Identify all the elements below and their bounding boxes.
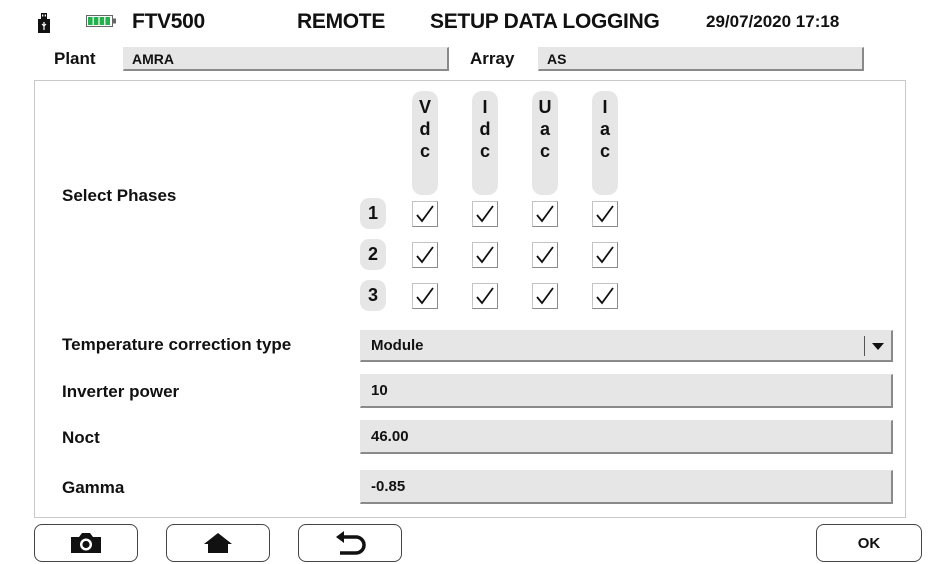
battery-icon xyxy=(86,15,116,27)
dropdown-arrow-icon[interactable] xyxy=(864,330,892,362)
check-icon xyxy=(596,205,614,223)
checkbox-phase1-idc[interactable] xyxy=(472,201,498,227)
status-bar: FTV500 REMOTE SETUP DATA LOGGING 29/07/2… xyxy=(0,0,932,44)
checkbox-phase1-uac[interactable] xyxy=(532,201,558,227)
back-button[interactable] xyxy=(298,524,402,562)
gamma-label: Gamma xyxy=(62,478,125,497)
check-icon xyxy=(416,205,434,223)
home-icon xyxy=(204,533,232,553)
camera-button[interactable] xyxy=(34,524,138,562)
array-label: Array xyxy=(470,49,515,68)
plant-label: Plant xyxy=(54,49,96,68)
column-header-idc[interactable]: Idc xyxy=(472,91,498,195)
checkbox-phase3-uac[interactable] xyxy=(532,283,558,309)
check-icon xyxy=(416,246,434,264)
select-phases-label: Select Phases xyxy=(62,186,177,205)
camera-icon xyxy=(71,533,101,553)
plant-field[interactable]: AMRA xyxy=(123,47,449,71)
checkbox-phase3-idc[interactable] xyxy=(472,283,498,309)
gamma-field[interactable]: -0.85 xyxy=(360,470,893,504)
checkbox-phase1-vdc[interactable] xyxy=(412,201,438,227)
check-icon xyxy=(476,205,494,223)
row-header-3[interactable]: 3 xyxy=(360,280,386,311)
column-header-vdc[interactable]: Vdc xyxy=(412,91,438,195)
back-arrow-icon xyxy=(336,531,366,555)
checkbox-phase2-vdc[interactable] xyxy=(412,242,438,268)
checkbox-phase1-iac[interactable] xyxy=(592,201,618,227)
checkbox-phase3-iac[interactable] xyxy=(592,283,618,309)
temp-correction-select[interactable]: Module xyxy=(360,330,893,362)
inverter-power-field[interactable]: 10 xyxy=(360,374,893,408)
array-field[interactable]: AS xyxy=(538,47,864,71)
check-icon xyxy=(416,287,434,305)
check-icon xyxy=(536,287,554,305)
row-header-2[interactable]: 2 xyxy=(360,239,386,270)
check-icon xyxy=(476,246,494,264)
checkbox-phase2-iac[interactable] xyxy=(592,242,618,268)
check-icon xyxy=(596,246,614,264)
checkbox-phase3-vdc[interactable] xyxy=(412,283,438,309)
noct-field[interactable]: 46.00 xyxy=(360,420,893,454)
device-name: FTV500 xyxy=(132,10,205,33)
usb-icon xyxy=(38,13,50,33)
column-header-uac[interactable]: Uac xyxy=(532,91,558,195)
row-header-1[interactable]: 1 xyxy=(360,198,386,229)
check-icon xyxy=(476,287,494,305)
checkbox-phase2-uac[interactable] xyxy=(532,242,558,268)
home-button[interactable] xyxy=(166,524,270,562)
inverter-power-label: Inverter power xyxy=(62,382,180,401)
datetime: 29/07/2020 17:18 xyxy=(706,12,840,31)
column-header-iac[interactable]: Iac xyxy=(592,91,618,195)
check-icon xyxy=(596,287,614,305)
ok-button[interactable]: OK xyxy=(816,524,922,562)
check-icon xyxy=(536,205,554,223)
noct-label: Noct xyxy=(62,428,100,447)
page-title: SETUP DATA LOGGING xyxy=(430,10,660,33)
mode-label: REMOTE xyxy=(297,10,386,33)
temp-correction-label: Temperature correction type xyxy=(62,335,292,354)
check-icon xyxy=(536,246,554,264)
checkbox-phase2-idc[interactable] xyxy=(472,242,498,268)
